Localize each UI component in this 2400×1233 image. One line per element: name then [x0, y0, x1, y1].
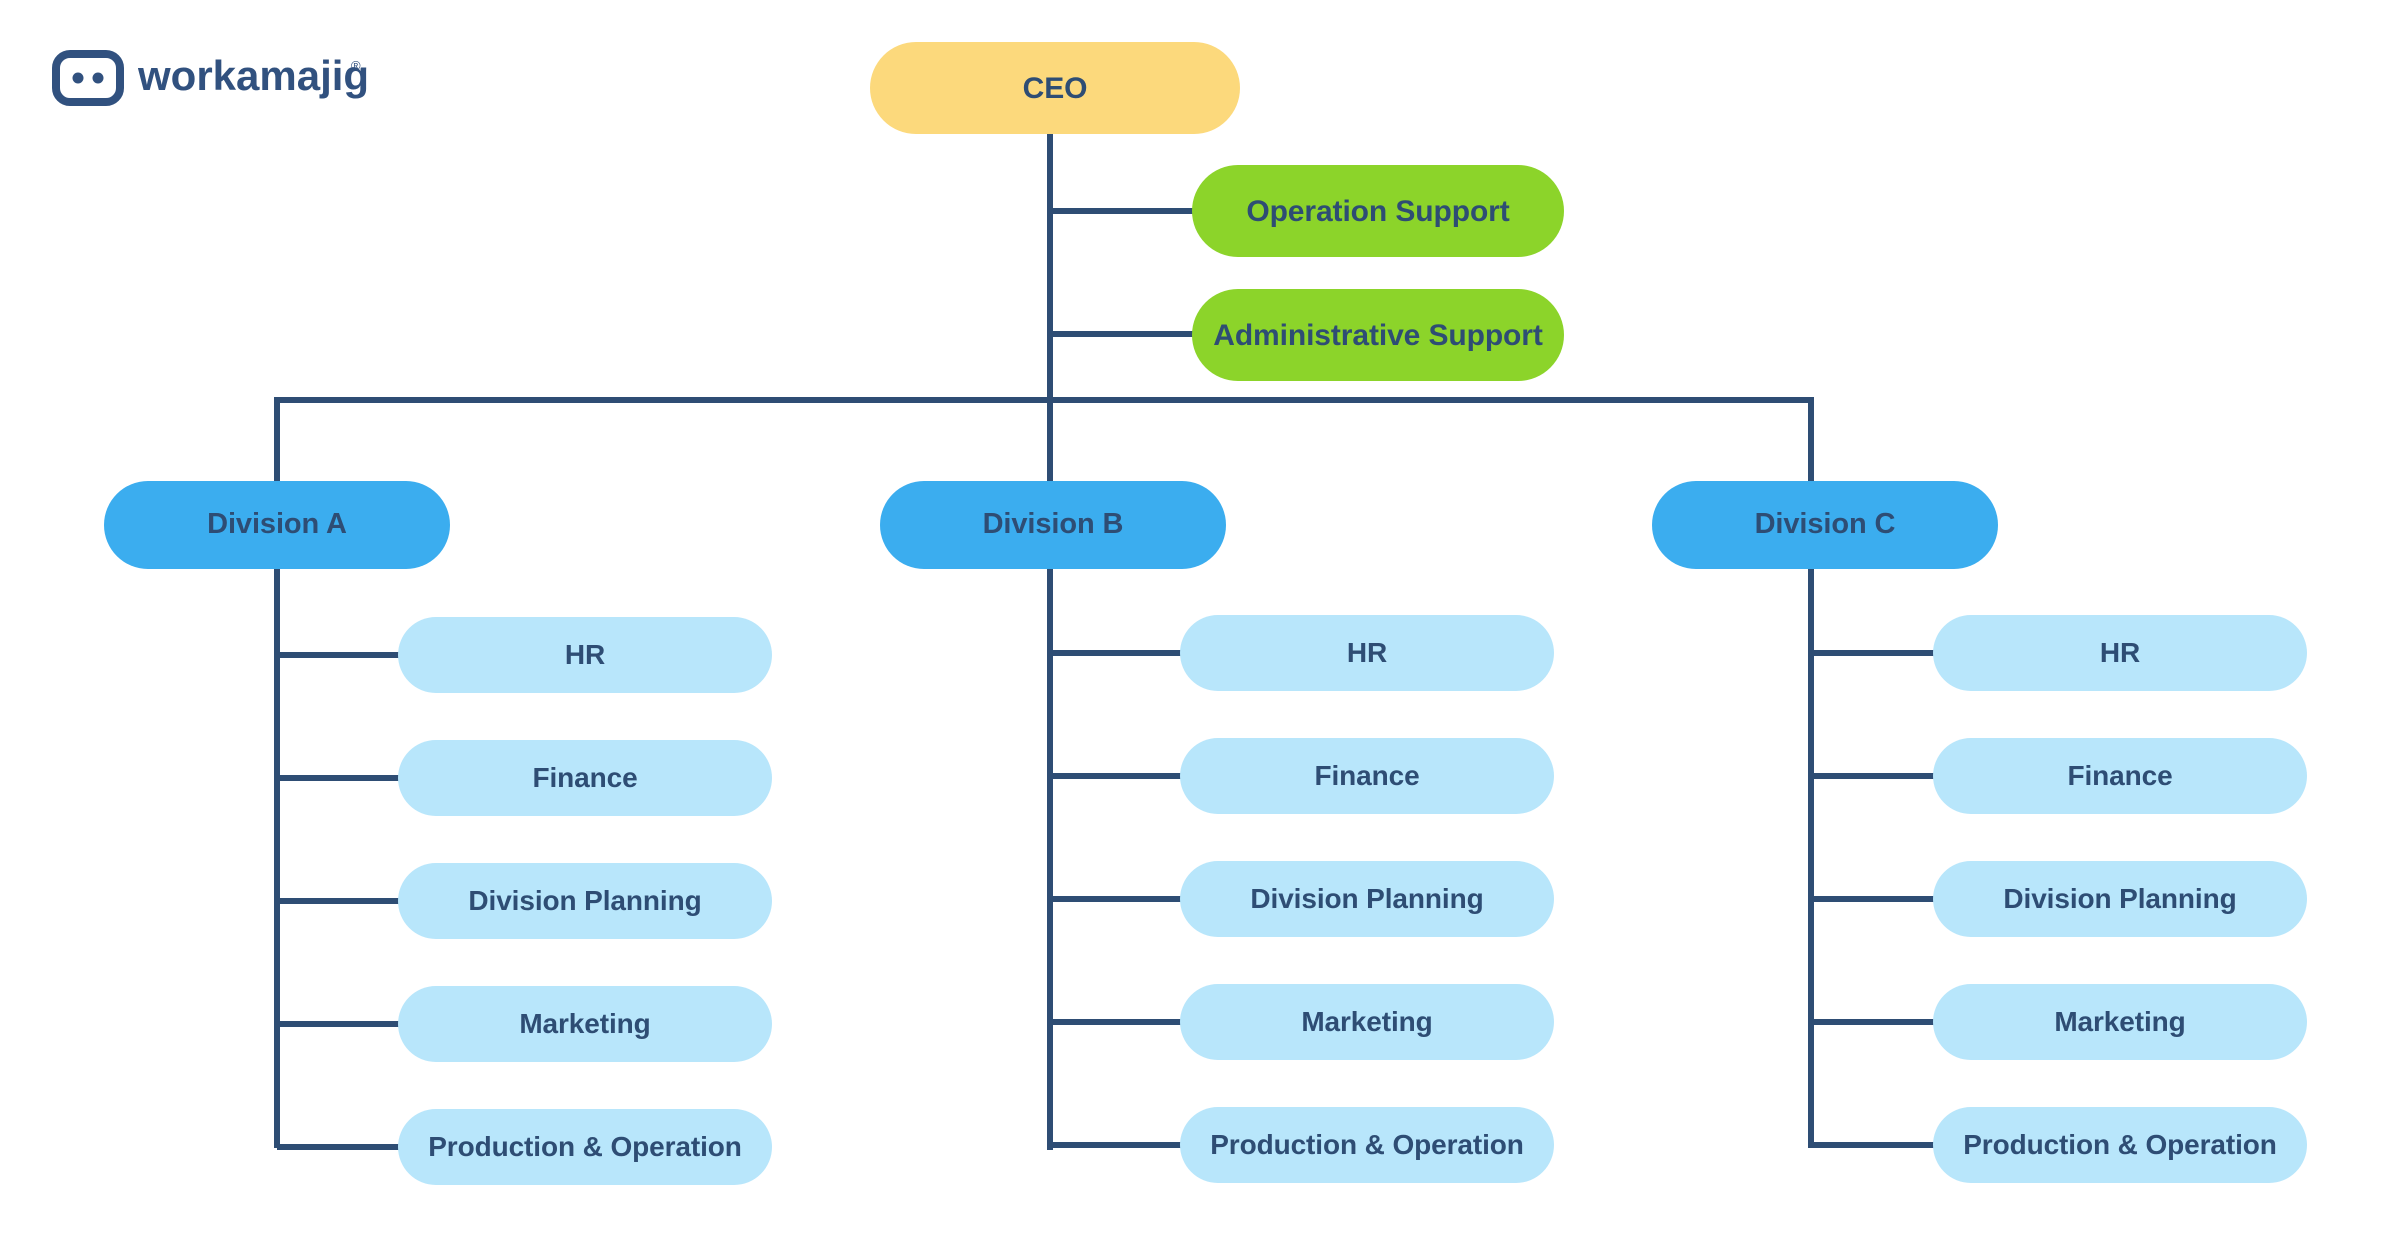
- node-division-a-planning[interactable]: Division Planning: [398, 863, 772, 939]
- node-division-c-marketing[interactable]: Marketing: [1933, 984, 2307, 1060]
- node-administrative-support-label: Administrative Support: [1213, 318, 1543, 352]
- wordmark-text: workamajig: [138, 52, 369, 99]
- node-division-c-finance[interactable]: Finance: [1933, 738, 2307, 814]
- node-division-a-marketing-label: Marketing: [519, 1007, 651, 1039]
- workamajig-wordmark: workamajig ®: [138, 52, 369, 99]
- node-division-b-label: Division B: [982, 508, 1124, 541]
- node-division-b-production[interactable]: Production & Operation: [1180, 1107, 1554, 1183]
- node-operation-support-label: Operation Support: [1246, 194, 1510, 228]
- node-division-a-hr[interactable]: HR: [398, 617, 772, 693]
- node-ceo-label: CEO: [1022, 71, 1088, 105]
- node-division-a-hr-label: HR: [564, 638, 606, 670]
- node-division-b[interactable]: Division B: [880, 481, 1226, 569]
- node-division-b-finance[interactable]: Finance: [1180, 738, 1554, 814]
- node-division-c-hr[interactable]: HR: [1933, 615, 2307, 691]
- node-division-b-hr-label: HR: [1346, 636, 1388, 668]
- node-division-b-marketing-label: Marketing: [1301, 1005, 1433, 1037]
- node-division-b-planning-label: Division Planning: [1250, 882, 1484, 914]
- node-division-b-production-label: Production & Operation: [1210, 1128, 1524, 1160]
- robot-face-icon: [52, 50, 124, 106]
- node-division-c-label: Division C: [1754, 508, 1896, 541]
- node-division-a-finance-label: Finance: [532, 761, 638, 793]
- node-ceo[interactable]: CEO: [870, 42, 1240, 134]
- node-division-b-finance-label: Finance: [1314, 759, 1420, 791]
- node-division-b-planning[interactable]: Division Planning: [1180, 861, 1554, 937]
- node-division-c-production-label: Production & Operation: [1963, 1128, 2277, 1160]
- node-division-a-planning-label: Division Planning: [468, 884, 702, 916]
- registered-trademark-icon: ®: [351, 58, 361, 73]
- workamajig-logo: workamajig ®: [52, 42, 402, 114]
- node-division-c-planning-label: Division Planning: [2003, 882, 2237, 914]
- node-operation-support[interactable]: Operation Support: [1192, 165, 1564, 257]
- node-division-b-marketing[interactable]: Marketing: [1180, 984, 1554, 1060]
- org-chart-canvas: workamajig ® CEO Operation Support Admin…: [0, 0, 2400, 1233]
- node-division-c-production[interactable]: Production & Operation: [1933, 1107, 2307, 1183]
- node-division-a-production[interactable]: Production & Operation: [398, 1109, 772, 1185]
- node-division-c-planning[interactable]: Division Planning: [1933, 861, 2307, 937]
- node-division-a-finance[interactable]: Finance: [398, 740, 772, 816]
- node-division-c-hr-label: HR: [2099, 636, 2141, 668]
- node-division-a[interactable]: Division A: [104, 481, 450, 569]
- node-division-b-hr[interactable]: HR: [1180, 615, 1554, 691]
- node-administrative-support[interactable]: Administrative Support: [1192, 289, 1564, 381]
- node-division-c[interactable]: Division C: [1652, 481, 1998, 569]
- node-division-a-marketing[interactable]: Marketing: [398, 986, 772, 1062]
- node-division-c-marketing-label: Marketing: [2054, 1005, 2186, 1037]
- node-division-a-label: Division A: [207, 508, 347, 541]
- node-division-c-finance-label: Finance: [2067, 759, 2173, 791]
- node-division-a-production-label: Production & Operation: [428, 1130, 742, 1162]
